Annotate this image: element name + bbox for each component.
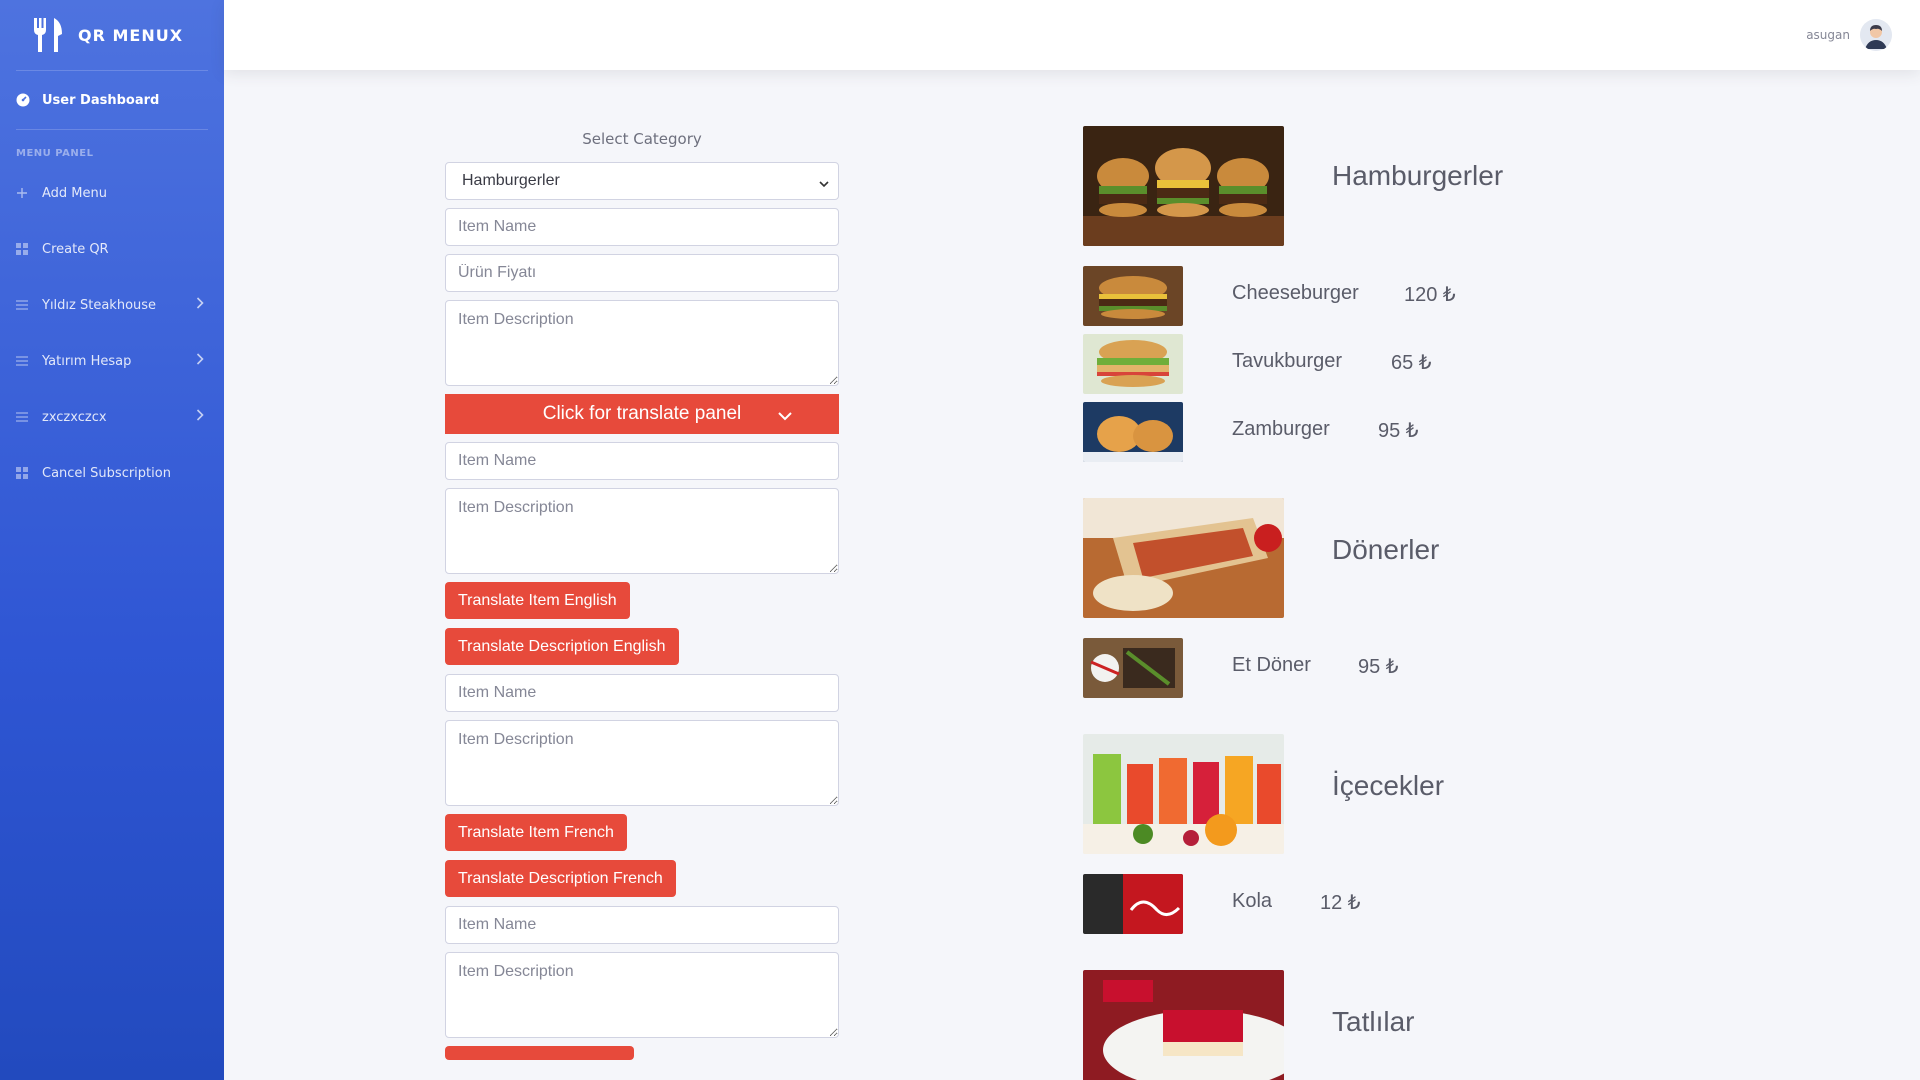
category-icecekler: İçecekler bbox=[1083, 734, 1643, 854]
item-image bbox=[1083, 402, 1183, 462]
menu-item: Kola 12 ₺ bbox=[1083, 874, 1643, 934]
chevron-down-icon bbox=[777, 406, 793, 428]
sidebar-item-label: Add Menu bbox=[42, 185, 107, 201]
item-name: Kola bbox=[1232, 890, 1273, 912]
item-image bbox=[1083, 874, 1183, 934]
category-select[interactable]: Hamburgerler bbox=[445, 162, 839, 200]
category-title: Tatlılar bbox=[1332, 1006, 1415, 1037]
menu-item: Et Döner 95 ₺ bbox=[1083, 638, 1643, 698]
item-name-input[interactable] bbox=[445, 208, 839, 246]
category-donerler: Dönerler bbox=[1083, 498, 1643, 618]
category-select-value: Hamburgerler bbox=[462, 172, 560, 189]
chevron-right-icon bbox=[196, 353, 204, 369]
sidebar-item-yildiz-steakhouse[interactable]: Yıldız Steakhouse bbox=[0, 277, 224, 333]
item-name: Cheeseburger bbox=[1232, 282, 1359, 304]
item-price: 65 ₺ bbox=[1391, 352, 1432, 374]
category-image bbox=[1083, 734, 1284, 854]
chevron-right-icon bbox=[196, 409, 204, 425]
item-name-extra-input[interactable] bbox=[445, 906, 839, 944]
item-name: Et Döner bbox=[1232, 654, 1311, 676]
sidebar-item-dashboard[interactable]: User Dashboard bbox=[0, 71, 224, 129]
sidebar: QR MENUX User Dashboard MENU PANEL Add M… bbox=[0, 0, 224, 1080]
add-item-form: Select Category Hamburgerler Click for t… bbox=[445, 130, 839, 1073]
sidebar-item-cancel-subscription[interactable]: Cancel Subscription bbox=[0, 445, 224, 501]
category-image bbox=[1083, 126, 1284, 246]
topbar: asugan bbox=[224, 0, 1920, 70]
sidebar-item-label: Create QR bbox=[42, 241, 109, 257]
sidebar-item-label: zxczxczcx bbox=[42, 409, 107, 425]
translate-item-english-button[interactable]: Translate Item English bbox=[445, 582, 630, 619]
translate-description-english-button[interactable]: Translate Description English bbox=[445, 628, 679, 665]
item-description-extra-input[interactable] bbox=[445, 952, 839, 1038]
grid-icon bbox=[16, 243, 42, 255]
item-description-fr-input[interactable] bbox=[445, 720, 839, 806]
sidebar-item-add-menu[interactable]: Add Menu bbox=[0, 165, 224, 221]
item-description-input[interactable] bbox=[445, 300, 839, 386]
avatar[interactable] bbox=[1860, 19, 1892, 51]
list-icon bbox=[16, 300, 42, 310]
item-price-input[interactable] bbox=[445, 254, 839, 292]
translate-item-french-button[interactable]: Translate Item French bbox=[445, 814, 627, 851]
item-price: 95 ₺ bbox=[1358, 656, 1399, 678]
sidebar-item-label: Yıldız Steakhouse bbox=[42, 297, 157, 313]
translate-panel-label: Click for translate panel bbox=[542, 403, 742, 424]
sidebar-item-label: Cancel Subscription bbox=[42, 465, 171, 481]
translate-panel-toggle[interactable]: Click for translate panel bbox=[445, 394, 839, 434]
grid-icon bbox=[16, 467, 42, 479]
item-description-en-input[interactable] bbox=[445, 488, 839, 574]
item-name-en-input[interactable] bbox=[445, 442, 839, 480]
username[interactable]: asugan bbox=[1806, 28, 1850, 42]
sidebar-item-create-qr[interactable]: Create QR bbox=[0, 221, 224, 277]
sidebar-heading: MENU PANEL bbox=[16, 148, 94, 159]
category-image bbox=[1083, 498, 1284, 618]
item-name-fr-input[interactable] bbox=[445, 674, 839, 712]
item-image bbox=[1083, 334, 1183, 394]
category-title: Dönerler bbox=[1332, 534, 1440, 565]
menu-preview: Hamburgerler Cheeseburger 120 ₺ Tavukbur… bbox=[1083, 126, 1643, 1080]
plus-icon bbox=[16, 187, 42, 199]
item-price: 12 ₺ bbox=[1320, 892, 1361, 914]
dashboard-icon bbox=[16, 93, 42, 107]
translate-next-button[interactable] bbox=[445, 1046, 634, 1060]
menu-item: Cheeseburger 120 ₺ bbox=[1083, 266, 1643, 326]
menu-item: Tavukburger 65 ₺ bbox=[1083, 334, 1643, 394]
category-image bbox=[1083, 970, 1284, 1080]
fork-knife-logo-icon bbox=[30, 16, 66, 54]
item-price: 120 ₺ bbox=[1404, 284, 1456, 306]
menu-item: Zamburger 95 ₺ bbox=[1083, 402, 1643, 462]
sidebar-item-label: User Dashboard bbox=[42, 92, 160, 108]
category-title: İçecekler bbox=[1332, 770, 1445, 801]
item-image bbox=[1083, 638, 1183, 698]
item-name: Tavukburger bbox=[1232, 350, 1343, 372]
category-tatlilar: Tatlılar bbox=[1083, 970, 1643, 1080]
category-select-wrap: Hamburgerler bbox=[445, 162, 839, 200]
list-icon bbox=[16, 412, 42, 422]
sidebar-item-label: Yatırım Hesap bbox=[42, 353, 132, 369]
brand-name: QR MENUX bbox=[78, 25, 184, 45]
sidebar-item-zxczxczcx[interactable]: zxczxczcx bbox=[0, 389, 224, 445]
category-hamburgerler: Hamburgerler bbox=[1083, 126, 1643, 246]
translate-description-french-button[interactable]: Translate Description French bbox=[445, 860, 676, 897]
brand[interactable]: QR MENUX bbox=[0, 0, 224, 70]
item-price: 95 ₺ bbox=[1378, 420, 1419, 442]
list-icon bbox=[16, 356, 42, 366]
item-image bbox=[1083, 266, 1183, 326]
select-category-label: Select Category bbox=[582, 130, 702, 148]
chevron-right-icon bbox=[196, 297, 204, 313]
item-name: Zamburger bbox=[1232, 418, 1330, 440]
category-title: Hamburgerler bbox=[1332, 160, 1504, 191]
sidebar-item-yatirim-hesap[interactable]: Yatırım Hesap bbox=[0, 333, 224, 389]
